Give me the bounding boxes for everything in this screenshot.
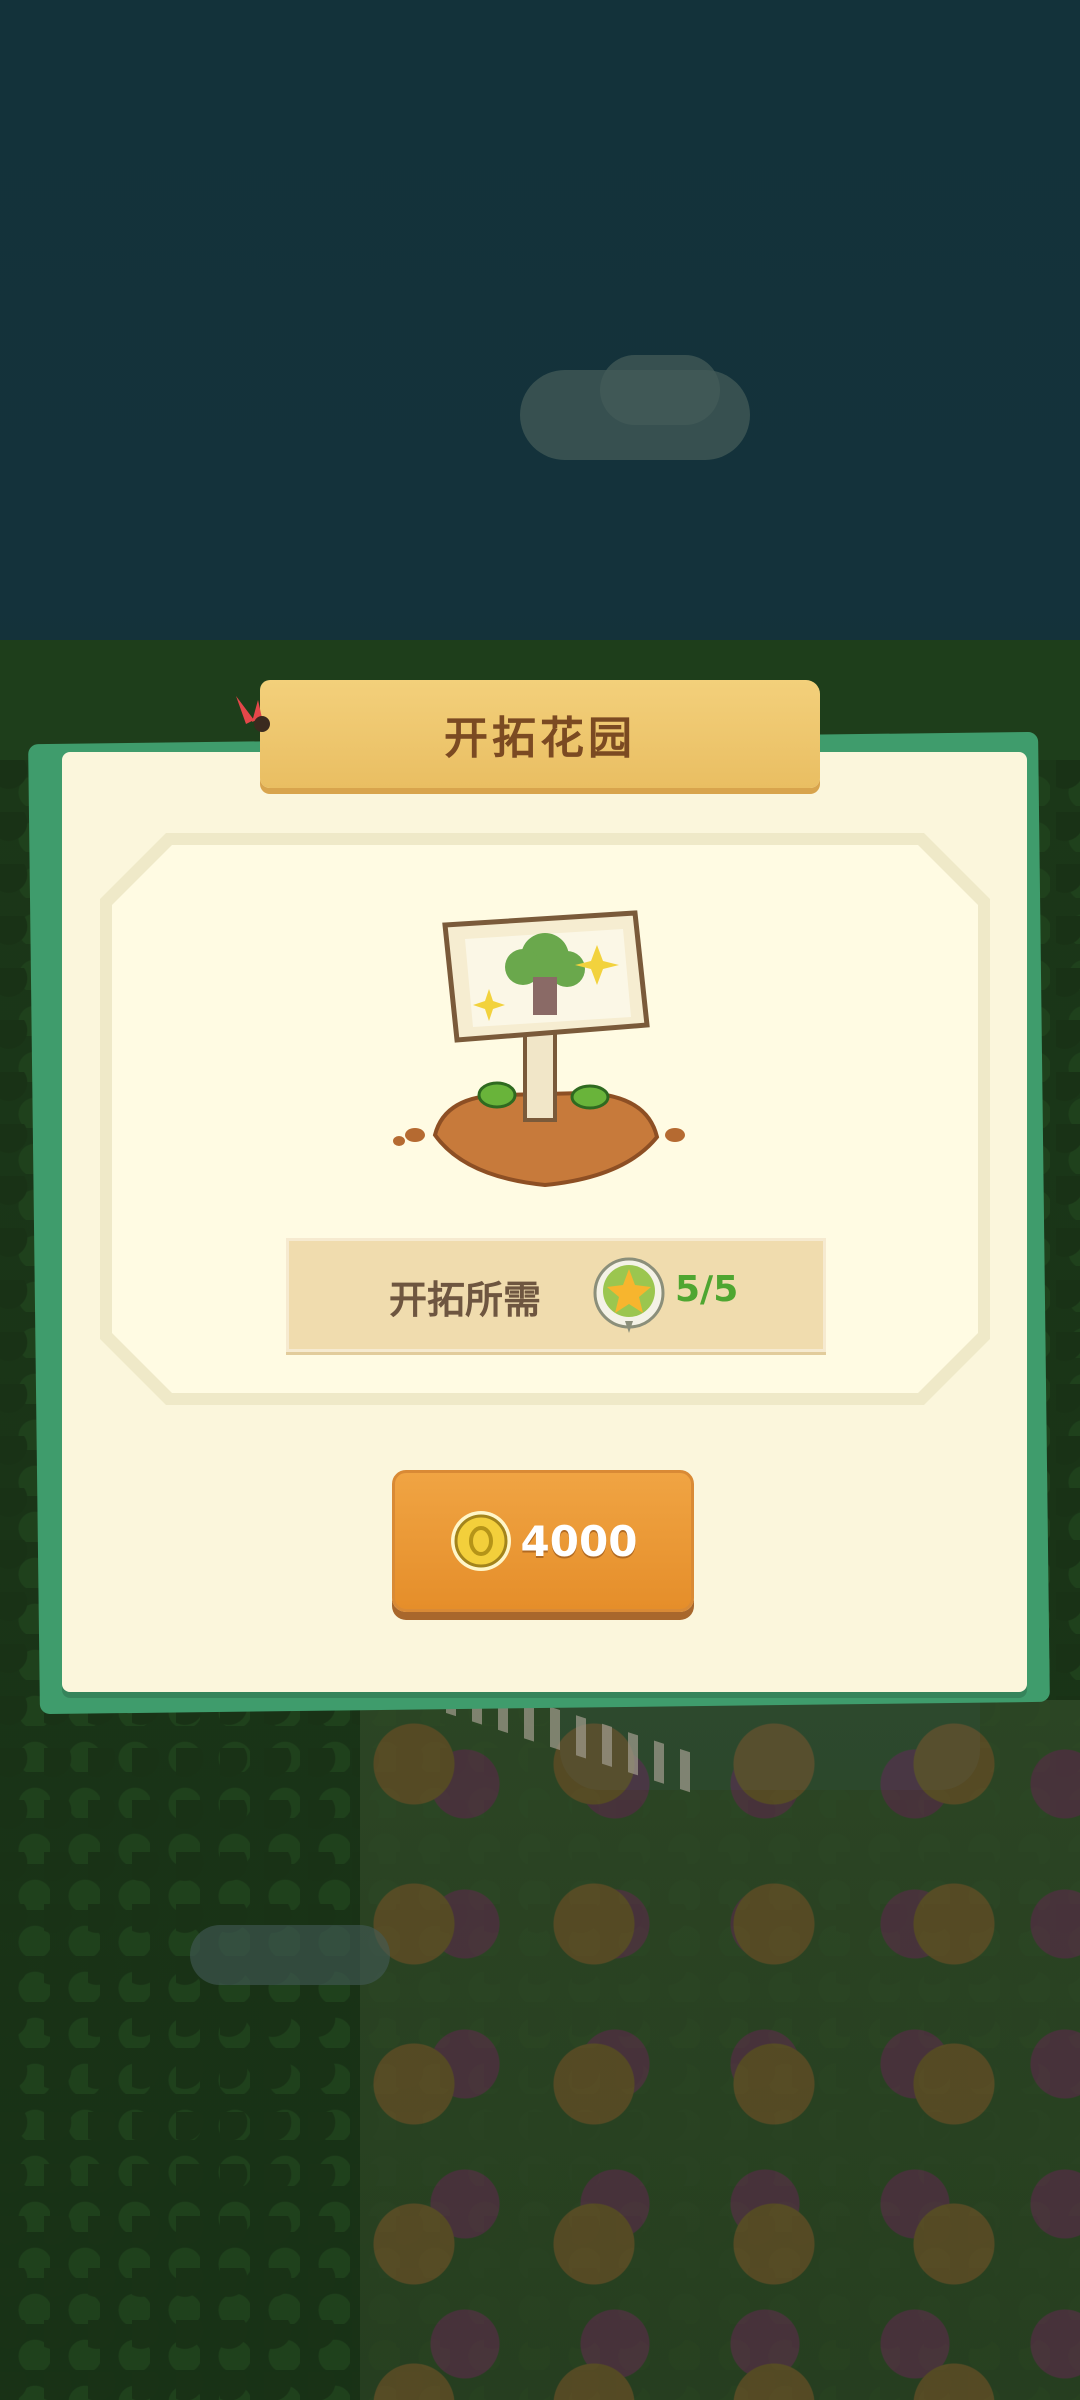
requirement-bar: 开拓所需 5/5 <box>286 1238 826 1352</box>
dialog-title-ribbon: 开拓花园 <box>260 680 820 788</box>
price-label: 4000 <box>520 1516 638 1566</box>
garden-signpost-illustration <box>393 910 685 1188</box>
dialog-title: 开拓花园 <box>444 713 636 764</box>
ribbon-pin-icon <box>236 696 270 732</box>
requirement-label: 开拓所需 <box>389 1278 542 1322</box>
gold-coin-icon <box>450 1511 511 1571</box>
requirement-count: 5/5 <box>675 1269 739 1310</box>
purchase-expansion-button[interactable]: 4000 <box>392 1470 694 1612</box>
star-flower-icon <box>593 1257 665 1333</box>
